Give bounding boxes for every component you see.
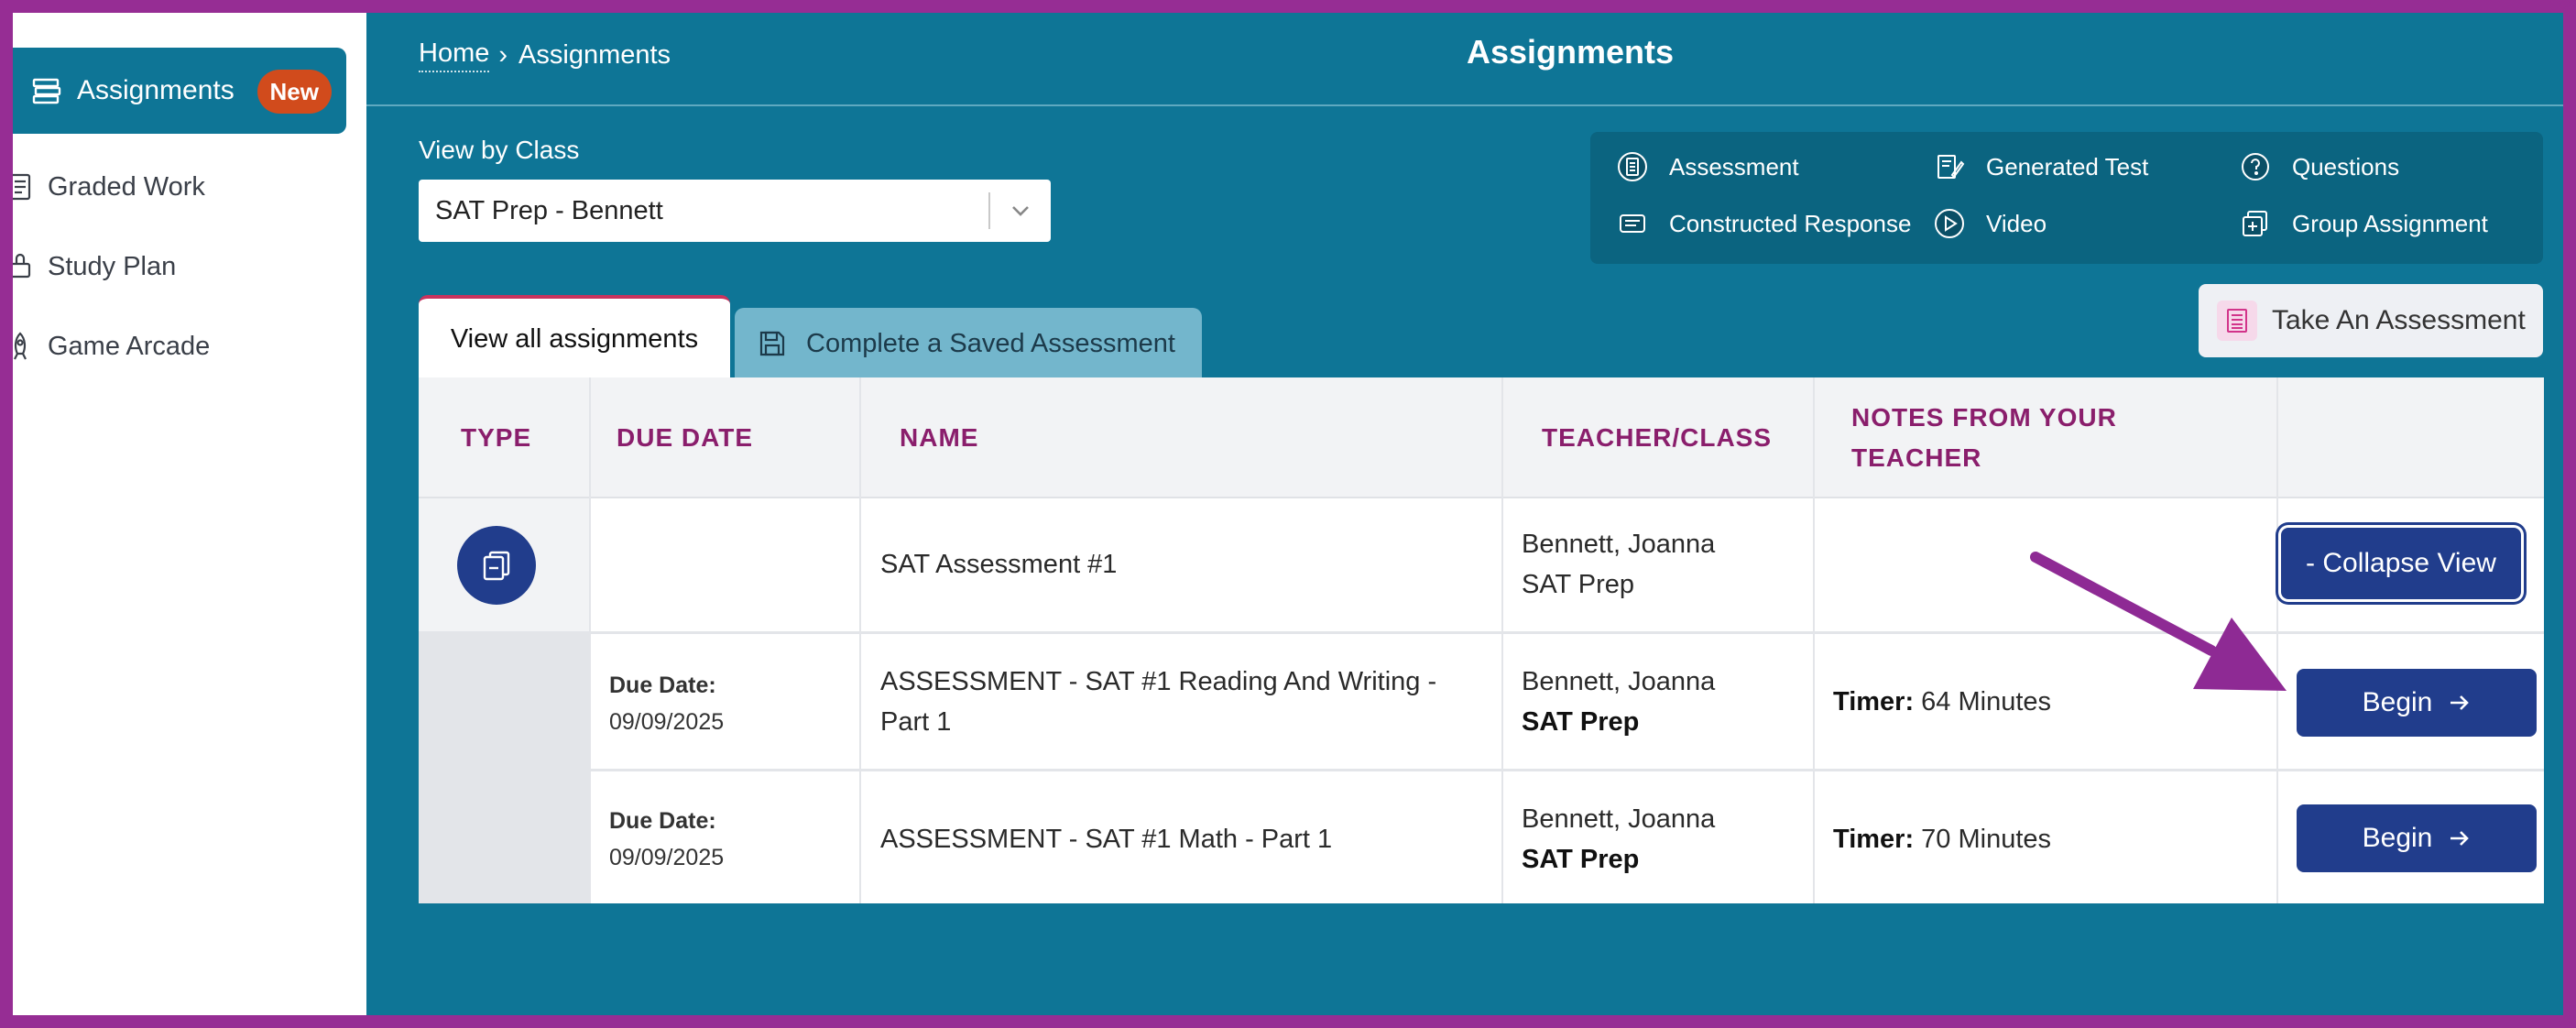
due-date-value: 09/09/2025 xyxy=(609,709,725,735)
type-cell xyxy=(419,498,589,631)
legend-video: Video xyxy=(1931,205,2047,242)
annotation-arrow-icon xyxy=(2030,552,2287,691)
book-stack-icon xyxy=(29,75,64,106)
teacher-name: Bennett, Joanna xyxy=(1522,530,1716,559)
sidebar-item-label: Graded Work xyxy=(48,171,205,202)
column-header-name[interactable]: NAME xyxy=(900,377,978,498)
class-name: SAT Prep xyxy=(1522,707,1640,737)
sidebar: Assignments New Graded Work Study Plan G… xyxy=(13,13,366,1015)
assessment-icon xyxy=(2217,301,2257,341)
legend-label: Constructed Response xyxy=(1669,209,1912,237)
column-header-notes-line: TEACHER xyxy=(1851,443,1982,472)
type-cell-empty xyxy=(419,634,589,771)
breadcrumb-separator: › xyxy=(498,40,508,70)
save-icon xyxy=(759,330,786,357)
timer-value: 70 Minutes xyxy=(1914,825,2052,854)
app-frame: Assignments New Graded Work Study Plan G… xyxy=(13,13,2563,1015)
graded-doc-icon xyxy=(13,171,35,202)
sidebar-item-graded-work[interactable]: Graded Work xyxy=(13,159,205,214)
legend-label: Video xyxy=(1986,209,2047,237)
assignment-name-line: ASSESSMENT - SAT #1 Reading And Writing … xyxy=(880,667,1437,696)
breadcrumb-current: Assignments xyxy=(518,40,671,70)
legend-constructed-response: Constructed Response xyxy=(1614,205,1911,242)
assignment-name-line: Part 1 xyxy=(880,707,952,737)
teacher-name: Bennett, Joanna xyxy=(1522,804,1716,834)
rocket-icon xyxy=(13,331,35,362)
page-title: Assignments xyxy=(1466,33,1675,71)
sidebar-item-assignments[interactable]: Assignments New xyxy=(13,48,346,134)
group-assignment-icon xyxy=(2237,205,2274,242)
begin-button-label: Begin xyxy=(2362,823,2433,853)
column-header-type[interactable]: TYPE xyxy=(461,377,531,498)
tab-label: View all assignments xyxy=(450,323,699,354)
due-date-label: Due Date: xyxy=(609,808,716,834)
class-filter-value: SAT Prep - Bennett xyxy=(435,195,663,225)
begin-button[interactable]: Begin xyxy=(2297,804,2537,872)
class-name: SAT Prep xyxy=(1522,570,1635,599)
generated-test-icon xyxy=(1931,148,1968,185)
sidebar-item-label: Game Arcade xyxy=(48,331,211,361)
breadcrumb: Home › Assignments xyxy=(419,38,671,72)
legend-questions: Questions xyxy=(2237,148,2399,185)
new-badge: New xyxy=(257,70,332,114)
timer-label: Timer: xyxy=(1833,825,1915,854)
legend-label: Assessment xyxy=(1669,152,1799,180)
assignment-name: SAT Assessment #1 xyxy=(880,550,1118,579)
class-name: SAT Prep xyxy=(1522,845,1640,874)
take-assessment-label: Take An Assessment xyxy=(2272,305,2526,335)
breadcrumb-home-link[interactable]: Home xyxy=(419,38,490,72)
table-header: TYPE DUE DATE NAME TEACHER/CLASS NOTES F… xyxy=(419,377,2544,498)
legend-assessment: Assessment xyxy=(1614,148,1799,185)
class-filter-label: View by Class xyxy=(419,136,580,164)
begin-button-label: Begin xyxy=(2362,687,2433,717)
type-legend: Assessment Generated Test Questions Cons… xyxy=(1590,132,2543,264)
tab-view-all-assignments[interactable]: View all assignments xyxy=(419,295,730,379)
due-date-label: Due Date: xyxy=(609,673,716,698)
timer-note: Timer: 64 Minutes xyxy=(1833,682,2051,722)
study-plan-icon xyxy=(13,251,35,282)
column-header-teacher-class[interactable]: TEACHER/CLASS xyxy=(1542,377,1772,498)
sidebar-item-label: Assignments xyxy=(77,75,235,105)
legend-label: Generated Test xyxy=(1986,152,2149,180)
legend-generated-test: Generated Test xyxy=(1931,148,2148,185)
column-header-notes: NOTES FROM YOUR TEACHER xyxy=(1851,377,2117,498)
due-date-value: 09/09/2025 xyxy=(609,845,725,870)
tab-label: Complete a Saved Assessment xyxy=(806,328,1175,358)
type-cell-empty xyxy=(419,771,589,903)
timer-note: Timer: 70 Minutes xyxy=(1833,819,2051,859)
tab-complete-saved-assessment[interactable]: Complete a Saved Assessment xyxy=(735,308,1202,379)
column-header-due-date[interactable]: DUE DATE xyxy=(617,377,753,498)
question-circle-icon xyxy=(2237,148,2274,185)
assessment-group-icon xyxy=(457,526,536,605)
column-header-notes-line: NOTES FROM YOUR xyxy=(1851,403,2117,432)
sidebar-item-label: Study Plan xyxy=(48,251,177,281)
legend-label: Questions xyxy=(2292,152,2400,180)
sidebar-item-study-plan[interactable]: Study Plan xyxy=(13,239,176,294)
assignment-name: ASSESSMENT - SAT #1 Math - Part 1 xyxy=(880,825,1333,854)
chevron-down-icon[interactable] xyxy=(990,204,1051,217)
table-row: Due Date: 09/09/2025 ASSESSMENT - SAT #1… xyxy=(419,771,2544,903)
timer-label: Timer: xyxy=(1833,687,1915,716)
arrow-right-icon xyxy=(2449,694,2471,712)
legend-group-assignment: Group Assignment xyxy=(2237,205,2488,242)
take-assessment-button[interactable]: Take An Assessment xyxy=(2199,284,2543,357)
legend-label: Group Assignment xyxy=(2292,209,2488,237)
class-filter-select[interactable]: SAT Prep - Bennett xyxy=(419,180,1051,242)
teacher-name: Bennett, Joanna xyxy=(1522,667,1716,696)
assessment-icon xyxy=(1614,148,1651,185)
video-play-icon xyxy=(1931,205,1968,242)
constructed-response-icon xyxy=(1614,205,1651,242)
sidebar-item-game-arcade[interactable]: Game Arcade xyxy=(13,319,210,374)
arrow-right-icon xyxy=(2449,829,2471,848)
collapse-view-button[interactable]: - Collapse View xyxy=(2281,528,2521,599)
begin-button[interactable]: Begin xyxy=(2297,669,2537,737)
header-divider xyxy=(366,104,2563,106)
